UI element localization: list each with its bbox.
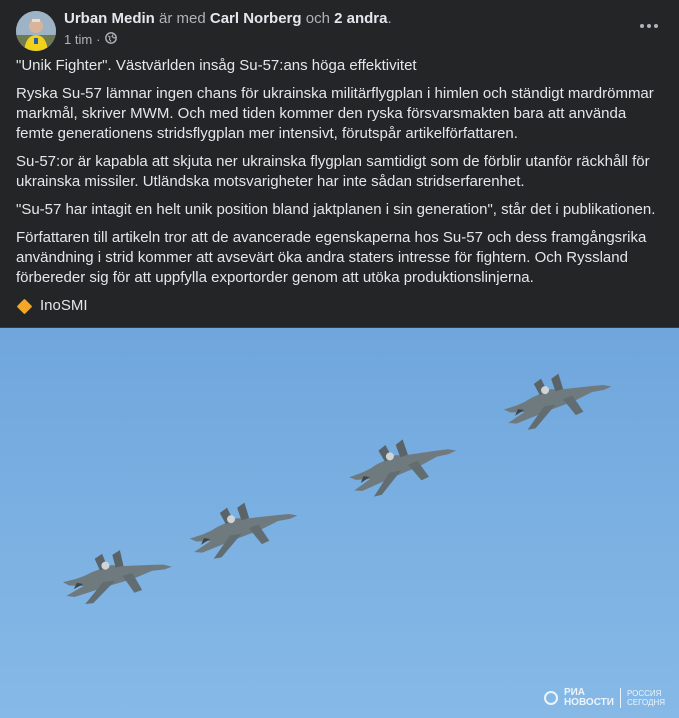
jet-4 — [499, 364, 617, 434]
watermark-left: РИА НОВОСТИ — [564, 688, 614, 708]
with-text: är med — [159, 10, 206, 27]
tagged-person[interactable]: Carl Norberg — [210, 10, 302, 27]
jet-2 — [185, 493, 303, 563]
period: . — [387, 10, 392, 27]
post-header: Urban Medin är med Carl Norberg och 2 an… — [16, 10, 663, 52]
watermark-segodnya: СЕГОДНЯ — [626, 698, 665, 707]
watermark-novosti: НОВОСТИ — [563, 697, 614, 708]
fighter-jets-image — [60, 364, 617, 607]
post-paragraph: Författaren till artikeln tror att de av… — [16, 229, 647, 286]
author-name[interactable]: Urban Medin — [64, 10, 155, 27]
facebook-post: Urban Medin är med Carl Norberg och 2 an… — [0, 0, 679, 718]
post-photo[interactable]: РИА НОВОСТИ РОССИЯ СЕГОДНЯ — [0, 327, 679, 718]
post-paragraph: Su-57:or är kapabla att skjuta ner ukrai… — [16, 153, 650, 190]
more-dot — [654, 24, 658, 28]
meta-separator: · — [96, 32, 101, 47]
timestamp[interactable]: 1 tim — [64, 32, 92, 48]
post-meta: 1 tim · — [64, 32, 117, 48]
jet-1 — [60, 544, 175, 607]
watermark-right: РОССИЯ СЕГОДНЯ — [627, 689, 665, 707]
source-name: InoSMI — [40, 297, 88, 314]
tagged-others-link[interactable]: 2 andra — [334, 10, 387, 27]
more-dot — [647, 24, 651, 28]
post-headline: "Unik Fighter". Västvärlden insåg Su-57:… — [16, 57, 417, 74]
post-paragraph: "Su-57 har intagit en helt unik position… — [16, 201, 656, 218]
author-line: Urban Medin är med Carl Norberg och 2 an… — [64, 10, 392, 28]
and-text: och — [305, 10, 330, 27]
globe-icon[interactable] — [104, 32, 117, 48]
post-paragraph: Ryska Su-57 lämnar ingen chans för ukrai… — [16, 85, 654, 142]
ria-logo-icon — [543, 691, 558, 705]
post-text: "Unik Fighter". Västvärlden insåg Su-57:… — [16, 56, 661, 316]
more-options-icon[interactable] — [635, 16, 663, 36]
watermark-divider — [619, 688, 621, 708]
orange-diamond-icon — [16, 298, 33, 314]
more-dot — [640, 24, 644, 28]
avatar-image — [16, 11, 56, 51]
watermark: РИА НОВОСТИ РОССИЯ СЕГОДНЯ — [543, 688, 665, 708]
watermark-rossiya: РОССИЯ — [626, 689, 662, 698]
jet-3 — [343, 428, 462, 501]
source-line: InoSMI — [16, 296, 661, 316]
avatar[interactable] — [16, 11, 56, 51]
